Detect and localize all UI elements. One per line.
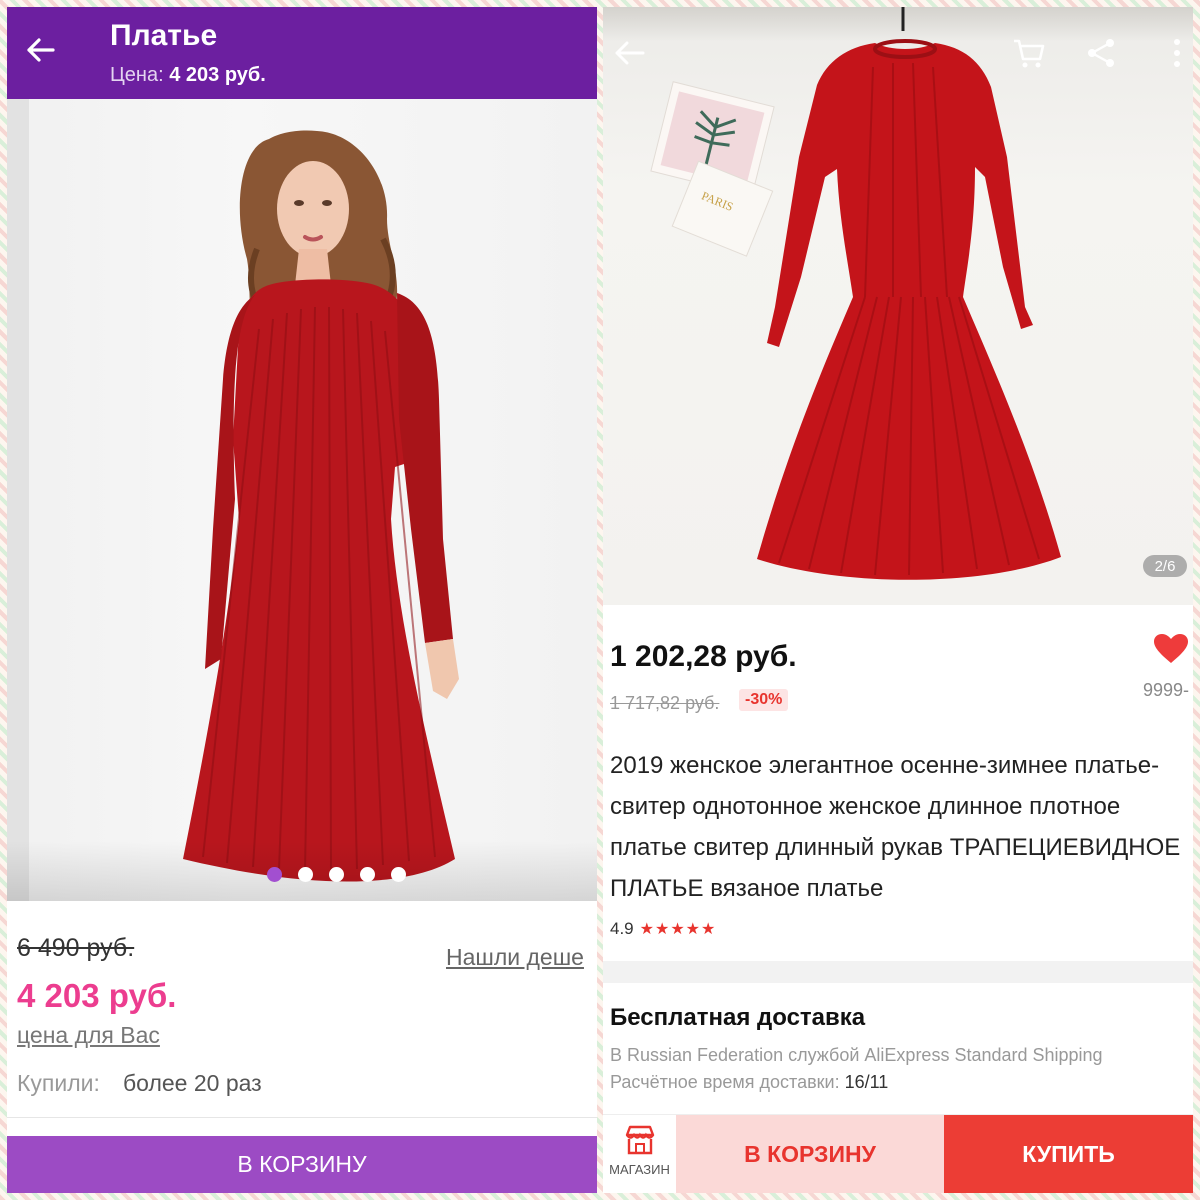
cart-icon[interactable] xyxy=(1011,35,1047,71)
discount-badge: -30% xyxy=(739,689,789,711)
header-price: Цена: 4 203 руб. xyxy=(110,64,266,87)
bottom-action-bar: МАГАЗИН В КОРЗИНУ КУПИТЬ xyxy=(603,1114,1193,1193)
old-price: 6 490 руб. xyxy=(17,934,135,962)
flatlay-dress-image: PARIS xyxy=(650,7,1061,580)
rating[interactable]: 4.9 ★★★★★ xyxy=(610,919,716,939)
product-title: 2019 женское элегантное осенне-зимнее пл… xyxy=(610,752,1181,902)
add-to-cart-button[interactable]: В КОРЗИНУ xyxy=(676,1115,944,1193)
back-arrow-icon[interactable] xyxy=(611,35,647,71)
model-dress-image xyxy=(183,130,459,882)
heart-icon[interactable] xyxy=(1153,633,1189,665)
bought-value: более 20 раз xyxy=(123,1070,262,1096)
current-price: 4 203 руб. xyxy=(17,977,177,1014)
gallery-dot[interactable] xyxy=(360,867,375,882)
store-icon xyxy=(625,1125,654,1155)
price-for-you-link[interactable]: цена для Вас xyxy=(17,1022,160,1049)
shipping-title[interactable]: Бесплатная доставка xyxy=(610,1004,865,1032)
gallery-dot[interactable] xyxy=(391,867,406,882)
delivery-estimate-value: 16/11 xyxy=(844,1072,889,1092)
found-cheaper-link[interactable]: Нашли деше xyxy=(446,944,584,971)
header-price-label: Цена: xyxy=(110,64,164,86)
likes-count: 9999- xyxy=(1143,680,1190,700)
header-price-value: 4 203 руб. xyxy=(169,64,266,86)
product-photo[interactable] xyxy=(7,99,597,901)
divider xyxy=(603,961,1193,983)
gallery-dot[interactable] xyxy=(329,867,344,882)
left-screenshot: Платье Цена: 4 203 руб. 6 490 руб. Нашли… xyxy=(7,7,597,1193)
delivery-estimate: Расчётное время доставки: 16/11 xyxy=(610,1072,888,1093)
current-price: 1 202,28 руб. xyxy=(610,640,797,673)
gallery-dot[interactable] xyxy=(267,867,282,882)
bought-label: Купили: xyxy=(17,1070,100,1096)
store-label: МАГАЗИН xyxy=(609,1162,670,1177)
photo-counter: 2/6 xyxy=(1143,555,1187,577)
back-arrow-icon[interactable] xyxy=(23,33,57,67)
app-header: Платье Цена: 4 203 руб. xyxy=(7,7,597,99)
page-title: Платье xyxy=(110,19,218,52)
shipping-method: В Russian Federation службой AliExpress … xyxy=(610,1045,1103,1065)
gallery-dots xyxy=(267,867,406,882)
right-screenshot: PARIS 2/6 1 202,28 руб. 9999- 1 717,82 р… xyxy=(603,7,1193,1193)
gallery-dot[interactable] xyxy=(298,867,313,882)
add-to-cart-button[interactable]: В КОРЗИНУ xyxy=(7,1136,597,1193)
store-button[interactable]: МАГАЗИН xyxy=(603,1115,676,1193)
divider xyxy=(7,1117,597,1137)
buy-now-button[interactable]: КУПИТЬ xyxy=(944,1115,1193,1193)
star-icon: ★★★★★ xyxy=(639,921,717,938)
product-photo[interactable]: PARIS 2/6 xyxy=(603,7,1193,605)
delivery-estimate-label: Расчётное время доставки: xyxy=(610,1072,840,1092)
more-icon[interactable] xyxy=(1159,35,1193,71)
old-price: 1 717,82 руб. xyxy=(610,693,720,713)
share-icon[interactable] xyxy=(1083,35,1119,71)
rating-value: 4.9 xyxy=(610,919,634,938)
